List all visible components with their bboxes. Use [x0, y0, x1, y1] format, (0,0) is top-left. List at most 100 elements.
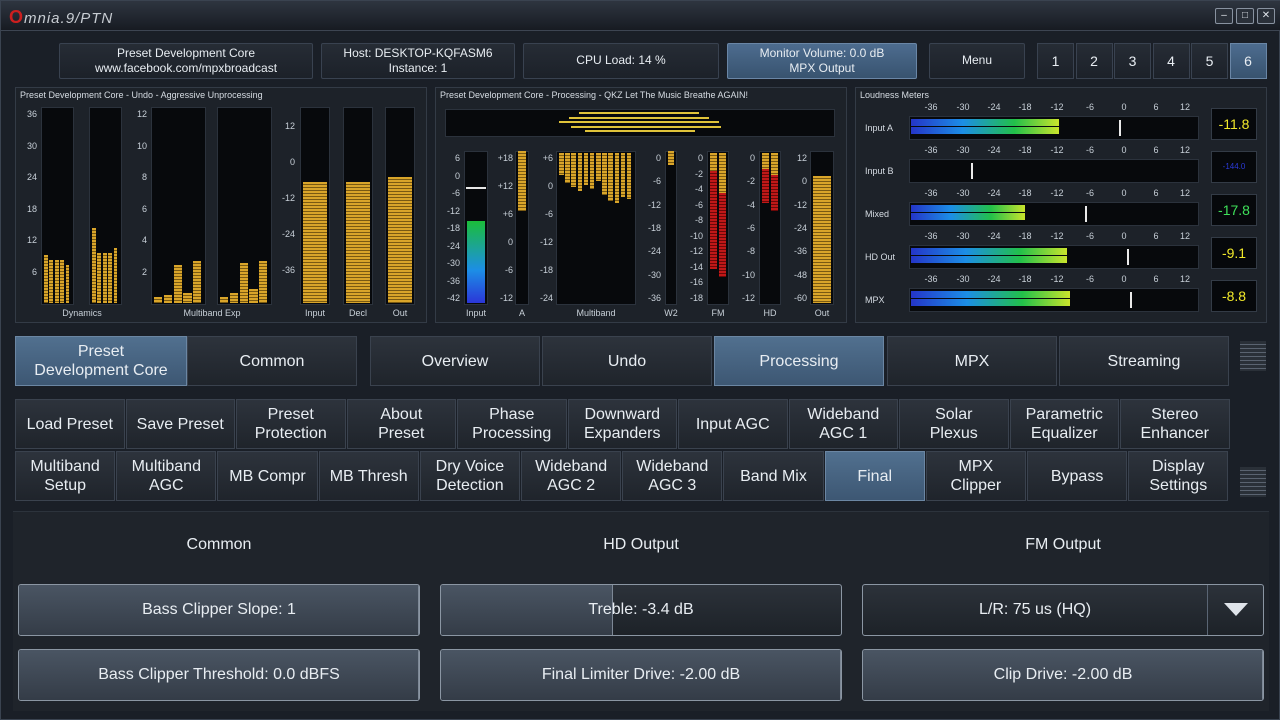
level-bar: [49, 260, 54, 303]
tab-overview[interactable]: Overview: [370, 336, 540, 386]
loudness-scale-label: 6: [1153, 231, 1159, 241]
subtab-downward-expanders[interactable]: Downward Expanders: [567, 399, 677, 449]
gain-reduction-bar: [719, 193, 726, 277]
close-icon[interactable]: ✕: [1257, 8, 1275, 24]
loudness-scale-label: -18: [1018, 231, 1032, 241]
tab-processing[interactable]: Processing: [714, 336, 884, 386]
monitor-volume-button[interactable]: Monitor Volume: 0.0 dB MPX Output: [727, 43, 917, 79]
subtab-multiband-setup[interactable]: Multiband Setup: [15, 451, 116, 501]
subtab-phase-processing[interactable]: Phase Processing: [457, 399, 567, 449]
hd-output-heading: HD Output: [603, 536, 679, 553]
meter-scale-label: -6: [746, 223, 755, 233]
peak-marker: [1127, 249, 1129, 265]
meter-scale-label: -36: [446, 275, 460, 286]
loudness-scale-label: -30: [956, 231, 970, 241]
subtab-preset-protection[interactable]: Preset Protection: [236, 399, 346, 449]
menu-button[interactable]: Menu: [929, 43, 1025, 79]
preset-slot-1-button[interactable]: 1: [1037, 43, 1074, 79]
meter-label: Decl: [348, 308, 367, 318]
level-bar: [259, 261, 268, 303]
tab-common[interactable]: Common: [187, 336, 357, 386]
clip-drive-slider[interactable]: Clip Drive: -2.00 dB: [862, 649, 1264, 701]
bass-clipper-threshold-slider[interactable]: Bass Clipper Threshold: 0.0 dBFS: [18, 649, 420, 701]
meter-label: HD: [763, 308, 777, 318]
loudness-bar: [911, 127, 1060, 134]
subtab-multiband-agc[interactable]: Multiband AGC: [116, 451, 217, 501]
meter-scale-label: -10: [689, 230, 703, 241]
cpu-load: CPU Load: 14 %: [523, 43, 719, 79]
io-scale-label: 12: [284, 121, 295, 131]
slider-label: Bass Clipper Threshold: 0.0 dBFS: [98, 666, 340, 683]
meter-label: A: [518, 308, 525, 318]
minimize-icon[interactable]: –: [1215, 8, 1233, 24]
level-bar: [813, 176, 831, 303]
tab-streaming[interactable]: Streaming: [1059, 336, 1229, 386]
preset-slot-3-button[interactable]: 3: [1114, 43, 1151, 79]
maximize-icon[interactable]: □: [1236, 8, 1254, 24]
loudness-scale-label: -36: [924, 274, 938, 284]
meter-scale-label: -2: [694, 168, 703, 179]
loudness-scale-label: -36: [924, 231, 938, 241]
loudness-bar: [911, 291, 1070, 298]
preset-slot-6-button[interactable]: 6: [1229, 43, 1267, 79]
meter-scale-label: -24: [647, 246, 661, 257]
loudness-row-label: Input B: [865, 166, 894, 176]
subtab-save-preset[interactable]: Save Preset: [125, 399, 235, 449]
slider-label: Clip Drive: -2.00 dB: [993, 666, 1133, 683]
tab-mpx[interactable]: MPX: [887, 336, 1057, 386]
meter-scale-label: -18: [689, 293, 703, 303]
tab-undo[interactable]: Undo: [542, 336, 712, 386]
subtab-load-preset[interactable]: Load Preset: [15, 399, 125, 449]
preset-slot-2-button[interactable]: 2: [1075, 43, 1113, 79]
subtab-input-agc[interactable]: Input AGC: [678, 399, 788, 449]
lr-emphasis-dropdown[interactable]: L/R: 75 us (HQ): [862, 584, 1264, 636]
level-bar: [771, 153, 778, 175]
chevron-down-icon[interactable]: [1207, 585, 1263, 635]
subtab-mpx-clipper[interactable]: MPX Clipper: [925, 451, 1026, 501]
subtab-display-settings[interactable]: Display Settings: [1128, 451, 1229, 501]
io-scale-label: -12: [281, 193, 295, 203]
peak-marker: [971, 163, 973, 179]
treble-slider[interactable]: Treble: -3.4 dB: [440, 584, 842, 636]
subtab-wideband-agc-1[interactable]: Wideband AGC 1: [788, 399, 898, 449]
meter-scale-label: -30: [446, 258, 460, 268]
gain-reduction-bar: [583, 153, 589, 185]
level-bar: [97, 253, 102, 303]
meter-scale-label: -24: [446, 240, 460, 251]
multiband-exp-scale-label: 2: [141, 267, 147, 277]
loudness-scale-label: -12: [1050, 102, 1064, 112]
subtabs-scroll-grip[interactable]: [1240, 467, 1266, 497]
multiband-exp-scale-label: 6: [141, 203, 147, 214]
subtab-band-mix[interactable]: Band Mix: [723, 451, 824, 501]
level-bar: [44, 255, 48, 303]
loudness-scale-label: 12: [1179, 274, 1190, 284]
subtab-wideband-agc-2[interactable]: Wideband AGC 2: [521, 451, 622, 501]
preset-slot-5-button[interactable]: 5: [1191, 43, 1228, 79]
meter-scale-label: 0: [655, 153, 661, 163]
meter-scale-label: -12: [647, 199, 661, 210]
subtab-wideband-agc-3[interactable]: Wideband AGC 3: [622, 451, 723, 501]
subtab-bypass[interactable]: Bypass: [1027, 451, 1128, 501]
subtab-solar-plexus[interactable]: Solar Plexus: [899, 399, 1009, 449]
subtab-stereo-enhancer[interactable]: Stereo Enhancer: [1120, 399, 1230, 449]
final-limiter-drive-slider[interactable]: Final Limiter Drive: -2.00 dB: [440, 649, 842, 701]
meter-scale-label: -18: [539, 265, 553, 275]
subtab-dry-voice-detection[interactable]: Dry Voice Detection: [419, 451, 520, 501]
tab-preset-development-core[interactable]: Preset Development Core: [15, 336, 187, 386]
meter-scale-label: 12: [796, 153, 807, 163]
meter-scale-label: -6: [652, 176, 661, 187]
loudness-scale-label: -36: [924, 145, 938, 155]
bass-clipper-slope-slider[interactable]: Bass Clipper Slope: 1: [18, 584, 420, 636]
subtab-final[interactable]: Final: [824, 451, 925, 501]
io-scale-label: 0: [289, 157, 295, 167]
loudness-scale-label: 12: [1179, 231, 1190, 241]
title-bar[interactable]: Omnia.9/PTN – □ ✕: [1, 1, 1280, 31]
subtab-about-preset[interactable]: About Preset: [346, 399, 456, 449]
loudness-row-label: Mixed: [865, 209, 890, 219]
preset-slot-4-button[interactable]: 4: [1152, 43, 1190, 79]
tabs-scroll-grip[interactable]: [1240, 341, 1266, 371]
subtab-mb-thresh[interactable]: MB Thresh: [318, 451, 419, 501]
meter-label: Input: [465, 308, 487, 318]
subtab-parametric-equalizer[interactable]: Parametric Equalizer: [1009, 399, 1119, 449]
subtab-mb-compr[interactable]: MB Compr: [217, 451, 318, 501]
